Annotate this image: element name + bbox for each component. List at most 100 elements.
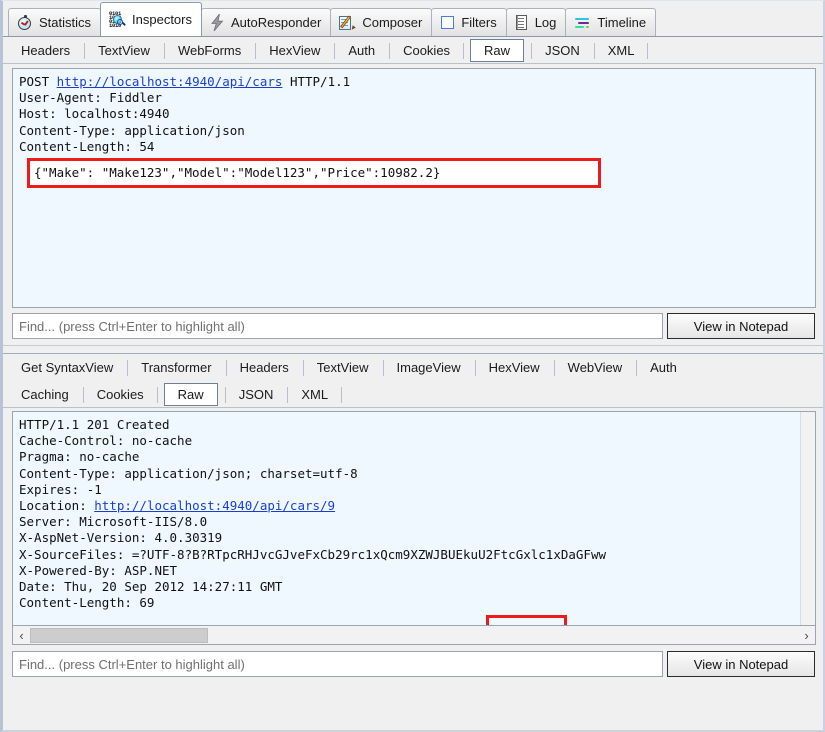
response-header-x-aspnet-version: X-AspNet-Version: 4.0.30319	[19, 530, 223, 546]
response-location-url-link[interactable]: http://localhost:4940/api/cars/9	[94, 498, 335, 513]
lightning-bolt-icon	[210, 13, 225, 32]
request-url-link[interactable]: http://localhost:4940/api/cars	[57, 74, 283, 89]
response-subtab-webview-label: WebView	[567, 360, 623, 375]
request-find-input[interactable]: Find... (press Ctrl+Enter to highlight a…	[12, 313, 663, 339]
response-subtab-get-syntaxview-label: Get SyntaxView	[21, 360, 114, 375]
response-subtab-json-label: JSON	[238, 386, 274, 402]
tab-autoresponder[interactable]: AutoResponder	[201, 8, 332, 36]
tab-log[interactable]: Log	[505, 8, 567, 36]
request-panel-wrap: POST http://localhost:4940/api/cars HTTP…	[3, 64, 823, 308]
response-find-placeholder: Find... (press Ctrl+Enter to highlight a…	[19, 656, 245, 672]
tab-log-label: Log	[534, 15, 557, 30]
scroll-right-arrow-icon[interactable]: ›	[798, 627, 815, 644]
request-header-content-type: Content-Type: application/json	[19, 122, 245, 138]
response-header-date: Date: Thu, 20 Sep 2012 14:27:11 GMT	[19, 579, 283, 595]
request-subtab-xml-label: XML	[607, 42, 635, 58]
request-subtab-bar: Headers TextView WebForms HexView Auth C…	[3, 37, 823, 64]
response-subtab-webview[interactable]: WebView	[553, 356, 636, 379]
request-subtab-headers-label: Headers	[21, 42, 71, 58]
response-subtab-headers[interactable]: Headers	[225, 356, 303, 379]
main-tab-bar: Statistics 0101101001011010 Inspectors A…	[3, 1, 823, 37]
tab-inspectors[interactable]: 0101101001011010 Inspectors	[100, 2, 202, 36]
request-raw-view[interactable]: POST http://localhost:4940/api/cars HTTP…	[12, 68, 816, 308]
response-header-x-powered-by: X-Powered-By: ASP.NET	[19, 562, 178, 578]
response-subtab-auth[interactable]: Auth	[636, 356, 691, 379]
request-subtab-xml[interactable]: XML	[593, 39, 649, 62]
tab-filters[interactable]: Filters	[431, 8, 507, 36]
request-subtab-webforms[interactable]: WebForms	[163, 39, 255, 62]
response-header-pragma: Pragma: no-cache	[19, 449, 140, 465]
tab-timeline-label: Timeline	[597, 15, 647, 30]
scroll-left-arrow-icon[interactable]: ‹	[13, 627, 30, 644]
tab-filters-label: Filters	[461, 15, 497, 30]
request-find-placeholder: Find... (press Ctrl+Enter to highlight a…	[19, 318, 245, 334]
response-header-expires: Expires: -1	[19, 481, 102, 497]
response-find-bar: Find... (press Ctrl+Enter to highlight a…	[3, 645, 823, 683]
request-subtab-auth-label: Auth	[348, 42, 376, 58]
scroll-track[interactable]	[30, 626, 798, 644]
tab-timeline[interactable]: Timeline	[565, 8, 657, 36]
response-headers-text: HTTP/1.1 201 Created Cache-Control: no-c…	[13, 412, 815, 625]
response-header-content-length: Content-Length: 69	[19, 595, 155, 611]
fiddler-inspectors-window: Statistics 0101101001011010 Inspectors A…	[0, 0, 825, 732]
clock-statistics-icon	[17, 14, 33, 31]
request-view-in-notepad-button[interactable]: View in Notepad	[667, 313, 815, 339]
response-subtab-transformer-label: Transformer	[141, 360, 212, 375]
panel-splitter[interactable]	[3, 345, 823, 354]
response-subtab-caching-label: Caching	[21, 386, 69, 402]
response-subtab-json[interactable]: JSON	[224, 383, 288, 406]
request-subtab-hexview-label: HexView	[269, 42, 321, 58]
response-subtab-caching[interactable]: Caching	[7, 383, 83, 406]
request-header-user-agent: User-Agent: Fiddler	[19, 90, 162, 106]
response-horizontal-scrollbar[interactable]: ‹ ›	[12, 626, 816, 645]
response-subtab-xml[interactable]: XML	[287, 383, 342, 406]
tab-composer-label: Composer	[362, 15, 423, 30]
response-find-input[interactable]: Find... (press Ctrl+Enter to highlight a…	[12, 651, 663, 677]
request-header-host: Host: localhost:4940	[19, 106, 170, 122]
request-subtab-json[interactable]: JSON	[531, 39, 594, 62]
response-header-x-sourcefiles: X-SourceFiles: =?UTF-8?B?RTpcRHJvcGJveFx…	[19, 546, 606, 562]
response-subtab-hexview[interactable]: HexView	[474, 356, 554, 379]
response-header-cache-control: Cache-Control: no-cache	[19, 433, 193, 449]
request-subtab-raw[interactable]: Raw	[470, 38, 525, 62]
request-subtab-cookies[interactable]: Cookies	[389, 39, 465, 62]
blue-square-filter-icon	[440, 15, 455, 30]
response-subtab-bar-row1: Get SyntaxView Transformer Headers TextV…	[3, 354, 823, 381]
tab-composer[interactable]: Composer	[330, 8, 433, 36]
response-subtab-hexview-label: HexView	[488, 360, 540, 375]
response-view-in-notepad-button[interactable]: View in Notepad	[667, 651, 815, 677]
tab-inspectors-label: Inspectors	[132, 12, 192, 27]
request-body-text: {"Make": "Make123","Model":"Model123","P…	[34, 164, 441, 180]
response-raw-view[interactable]: HTTP/1.1 201 Created Cache-Control: no-c…	[12, 411, 816, 626]
response-subtab-textview[interactable]: TextView	[302, 356, 383, 379]
request-subtab-textview-label: TextView	[98, 42, 150, 58]
scroll-thumb[interactable]	[30, 627, 208, 643]
response-subtab-bar-row2: Caching Cookies Raw JSON XML	[3, 381, 823, 408]
response-subtab-get-syntaxview[interactable]: Get SyntaxView	[7, 356, 127, 379]
response-vertical-scroll-gutter[interactable]	[800, 412, 815, 625]
response-panel-wrap: HTTP/1.1 201 Created Cache-Control: no-c…	[3, 408, 823, 645]
request-subtab-textview[interactable]: TextView	[84, 39, 164, 62]
request-view-in-notepad-label: View in Notepad	[693, 318, 789, 334]
response-subtab-raw[interactable]: Raw	[163, 382, 218, 406]
request-subtab-webforms-label: WebForms	[177, 42, 242, 58]
request-subtab-cookies-label: Cookies	[403, 42, 451, 58]
response-status-line: HTTP/1.1 201 Created	[19, 417, 170, 432]
tab-statistics[interactable]: Statistics	[8, 8, 102, 36]
response-subtab-cookies-label: Cookies	[96, 386, 144, 402]
response-subtab-transformer[interactable]: Transformer	[127, 356, 225, 379]
request-subtab-hexview[interactable]: HexView	[255, 39, 334, 62]
log-document-icon	[515, 14, 529, 31]
request-subtab-raw-label: Raw	[484, 42, 511, 58]
tab-statistics-label: Statistics	[39, 15, 92, 30]
response-subtab-imageview[interactable]: ImageView	[382, 356, 475, 379]
response-subtab-raw-label: Raw	[177, 386, 204, 402]
request-find-bar: Find... (press Ctrl+Enter to highlight a…	[3, 308, 823, 345]
response-header-location-label: Location:	[19, 498, 95, 514]
request-subtab-headers[interactable]: Headers	[7, 39, 84, 62]
response-subtab-imageview-label: ImageView	[396, 360, 461, 375]
response-subtab-cookies[interactable]: Cookies	[82, 383, 158, 406]
request-header-content-length: Content-Length: 54	[19, 138, 155, 154]
request-subtab-auth[interactable]: Auth	[334, 39, 389, 62]
response-subtab-textview-label: TextView	[316, 360, 369, 375]
